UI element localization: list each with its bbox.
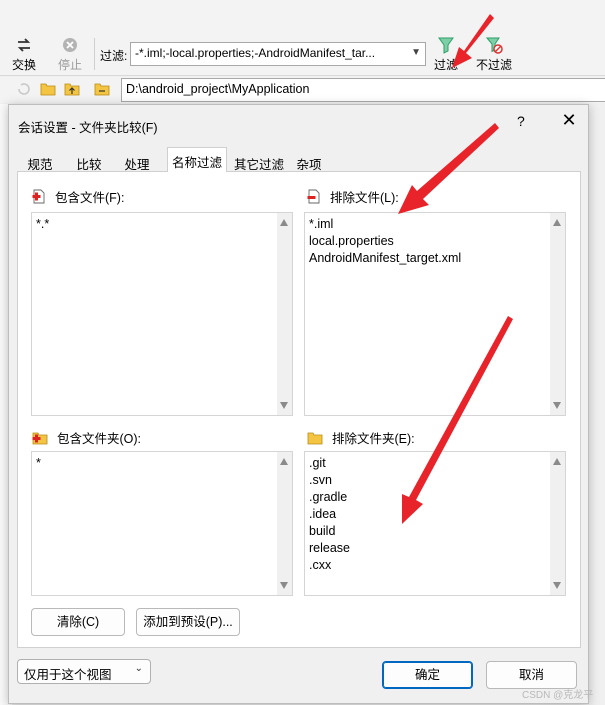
list-item: *.* — [36, 217, 50, 231]
swap-button[interactable]: 交换 — [4, 36, 44, 73]
scrollbar[interactable] — [550, 452, 565, 595]
scrollbar[interactable] — [277, 213, 292, 415]
add-to-preset-button[interactable]: 添加到预设(P)... — [136, 608, 240, 636]
list-item: .cxx — [309, 558, 332, 572]
no-filter-button[interactable]: 不过滤 — [472, 36, 516, 73]
include-files-header: 包含文件(F): — [32, 187, 124, 206]
stop-icon — [63, 38, 77, 52]
tab-misc[interactable]: 杂项 — [289, 151, 329, 172]
list-item: local.properties — [309, 234, 394, 248]
path-row: D:\android_project\MyApplication — [0, 77, 605, 103]
ok-button[interactable]: 确定 — [382, 661, 473, 689]
path-value: D:\android_project\MyApplication — [126, 82, 310, 96]
list-item: AndroidManifest_target.xml — [309, 251, 462, 265]
list-item: .svn — [309, 473, 332, 487]
list-item: .git — [309, 456, 326, 470]
list-item: .idea — [309, 507, 337, 521]
scope-select-value: 仅用于这个视图 — [24, 668, 112, 682]
scrollbar[interactable] — [550, 213, 565, 415]
chevron-down-icon: ▼ — [411, 47, 421, 58]
filter-button-label: 过滤 — [433, 58, 458, 72]
tab-name-filters[interactable]: 名称过滤 — [167, 147, 227, 172]
exclude-folders-label: 排除文件夹(E): — [332, 432, 415, 446]
clear-button[interactable]: 清除(C) — [31, 608, 125, 636]
help-icon[interactable]: ? — [517, 113, 525, 129]
list-item: *.iml — [309, 217, 334, 231]
session-settings-dialog: 会话设置 - 文件夹比较(F) ? ✕ 规范 比较 处理 名称过滤 其它过滤 杂… — [8, 104, 589, 704]
dialog-title: 会话设置 - 文件夹比较(F) — [18, 121, 158, 135]
list-item: .gradle — [309, 490, 348, 504]
swap-icon — [17, 38, 31, 52]
refresh-icon[interactable] — [16, 82, 32, 96]
filter-combobox[interactable]: -*.iml;-local.properties;-AndroidManifes… — [130, 42, 426, 66]
exclude-folders-header: 排除文件夹(E): — [307, 428, 415, 447]
toolbar-divider — [94, 38, 95, 70]
filter-value: -*.iml;-local.properties;-AndroidManifes… — [135, 46, 376, 60]
no-filter-icon — [485, 37, 503, 54]
exclude-files-label: 排除文件(L): — [330, 191, 399, 205]
include-files-label: 包含文件(F): — [55, 191, 125, 205]
tab-compare[interactable]: 比较 — [69, 151, 109, 172]
list-item: release — [309, 541, 350, 555]
exclude-folders-list[interactable]: .git .svn .gradle .idea build release .c… — [304, 451, 566, 596]
cancel-button[interactable]: 取消 — [486, 661, 577, 689]
scrollbar[interactable] — [277, 452, 292, 595]
scope-select[interactable]: 仅用于这个视图 ⌄ — [17, 659, 151, 684]
no-filter-button-label: 不过滤 — [475, 58, 512, 72]
close-icon[interactable]: ✕ — [558, 110, 580, 131]
exclude-files-list[interactable]: *.iml local.properties AndroidManifest_t… — [304, 212, 566, 416]
filter-button[interactable]: 过滤 — [428, 36, 464, 73]
exclude-file-icon — [307, 189, 320, 204]
list-item: build — [309, 524, 336, 538]
list-item: * — [36, 456, 41, 470]
path-input[interactable]: D:\android_project\MyApplication — [121, 78, 605, 102]
include-folders-label: 包含文件夹(O): — [57, 432, 142, 446]
include-folder-icon — [32, 432, 48, 444]
include-folders-list[interactable]: * — [31, 451, 293, 596]
folder-open-icon[interactable] — [40, 82, 56, 96]
stop-label: 停止 — [57, 58, 82, 72]
exclude-files-header: 排除文件(L): — [307, 187, 399, 206]
include-folders-header: 包含文件夹(O): — [32, 428, 141, 447]
stop-button[interactable]: 停止 — [50, 36, 90, 73]
app-toolbar: 交换 停止 过滤: -*.iml;-local.properties;-Andr… — [0, 0, 605, 76]
exclude-folder-icon — [307, 432, 323, 444]
folder-up-icon[interactable] — [64, 82, 80, 96]
tab-other-filters[interactable]: 其它过滤 — [230, 151, 288, 172]
folder-compare-icon[interactable] — [94, 82, 110, 96]
name-filters-panel: 包含文件(F): *.* 排除文件(L): *.iml local.proper… — [17, 171, 581, 648]
chevron-down-icon: ⌄ — [134, 663, 143, 674]
tab-handling[interactable]: 处理 — [117, 151, 157, 172]
filter-label: 过滤: — [100, 49, 128, 63]
include-files-list[interactable]: *.* — [31, 212, 293, 416]
watermark: CSDN @克龙平 — [522, 690, 594, 701]
swap-label: 交换 — [11, 58, 36, 72]
filter-icon — [438, 37, 454, 54]
tab-spec[interactable]: 规范 — [20, 151, 60, 172]
include-file-icon — [32, 189, 45, 204]
